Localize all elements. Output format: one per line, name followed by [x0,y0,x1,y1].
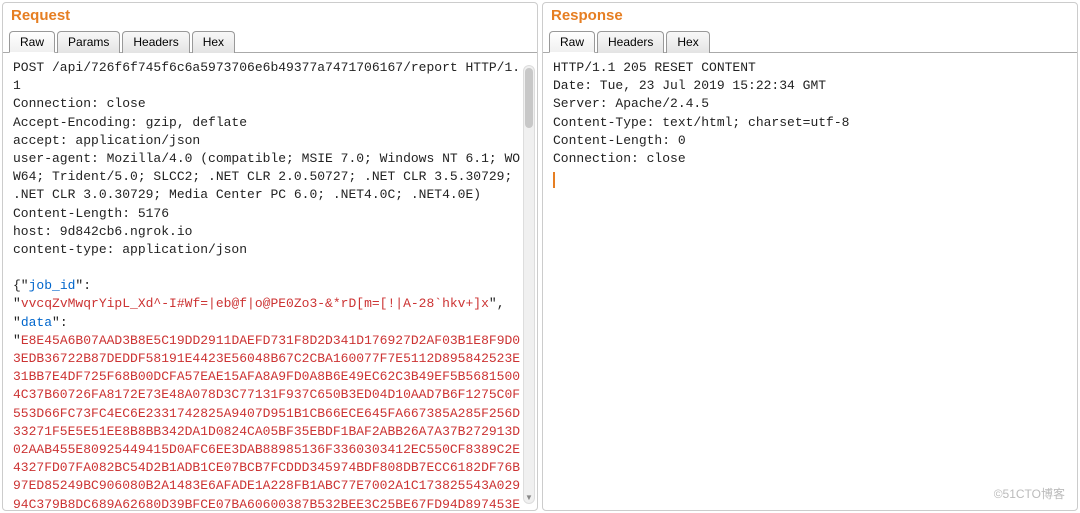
scroll-thumb[interactable] [525,68,533,128]
json-string: E8E45A6B07AAD3B8E5C19DD2911DAEFD731F8D2D… [13,333,520,510]
text-line: Content-Length: 0 [553,132,1067,150]
text-line: Content-Length: 5176 [13,205,527,223]
text-line: Connection: close [553,150,1067,168]
json-body: {"job_id": "vvcqZvMwqrYipL_Xd^-I#Wf=|eb@… [13,277,527,510]
json-punct: {" [13,278,29,293]
tab-raw[interactable]: Raw [9,31,55,53]
text-line: POST /api/726f6f745f6c6a5973706e6b49377a… [13,59,527,95]
text-line: host: 9d842cb6.ngrok.io [13,223,527,241]
request-content[interactable]: POST /api/726f6f745f6c6a5973706e6b49377a… [3,53,537,510]
tab-hex[interactable]: Hex [192,31,235,53]
text-line [13,259,527,277]
response-tabs: RawHeadersHex [543,30,1077,53]
tab-params[interactable]: Params [57,31,120,53]
text-line: Server: Apache/2.4.5 [553,95,1067,113]
response-panel: Response RawHeadersHex HTTP/1.1 205 RESE… [542,2,1078,511]
request-scrollbar[interactable]: ▲ ▼ [523,65,535,504]
response-title: Response [543,3,1077,30]
scroll-down-icon[interactable]: ▼ [524,493,534,503]
text-line: Accept-Encoding: gzip, deflate [13,114,527,132]
text-line: user-agent: Mozilla/4.0 (compatible; MSI… [13,150,527,205]
request-title: Request [3,3,537,30]
text-line: accept: application/json [13,132,527,150]
response-content[interactable]: HTTP/1.1 205 RESET CONTENTDate: Tue, 23 … [543,53,1077,510]
json-key: data [21,315,52,330]
tab-raw[interactable]: Raw [549,31,595,53]
json-key: job_id [29,278,76,293]
text-line: HTTP/1.1 205 RESET CONTENT [553,59,1067,77]
text-line: Content-Type: text/html; charset=utf-8 [553,114,1067,132]
tab-hex[interactable]: Hex [666,31,709,53]
tab-headers[interactable]: Headers [122,31,189,53]
text-cursor [553,172,555,188]
tab-headers[interactable]: Headers [597,31,664,53]
text-line: Connection: close [13,95,527,113]
text-line: content-type: application/json [13,241,527,259]
json-string: vvcqZvMwqrYipL_Xd^-I#Wf=|eb@f|o@PE0Zo3-&… [21,296,489,311]
request-tabs: RawParamsHeadersHex [3,30,537,53]
text-line: Date: Tue, 23 Jul 2019 15:22:34 GMT [553,77,1067,95]
watermark: ©51CTO博客 [994,485,1065,502]
request-panel: Request RawParamsHeadersHex POST /api/72… [2,2,538,511]
